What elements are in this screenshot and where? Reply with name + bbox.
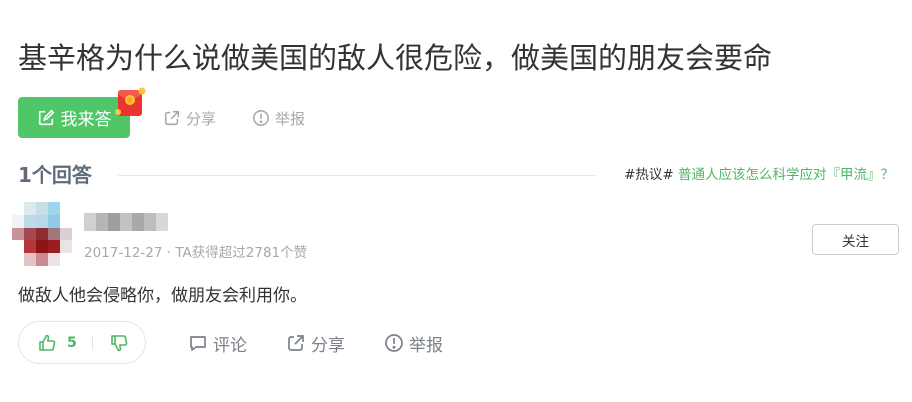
comment-icon bbox=[190, 336, 206, 351]
hot-topic-tag: #热议# bbox=[624, 167, 674, 183]
avatar[interactable] bbox=[12, 202, 72, 266]
share-button[interactable]: 分享 bbox=[163, 107, 216, 129]
answer-share-button[interactable]: 分享 bbox=[286, 331, 345, 356]
divider bbox=[118, 175, 596, 176]
downvote-button[interactable] bbox=[93, 322, 145, 363]
report-label: 举报 bbox=[275, 109, 306, 128]
red-envelope-icon bbox=[115, 87, 146, 116]
edit-icon bbox=[38, 109, 54, 125]
report-icon bbox=[253, 110, 269, 126]
answer-report-label: 举报 bbox=[409, 335, 443, 356]
upvote-count: 5 bbox=[67, 334, 77, 351]
answer-share-label: 分享 bbox=[311, 335, 345, 356]
answer-meta: 2017-12-27 · TA获得超过2781个赞 bbox=[84, 245, 308, 261]
upvote-button[interactable]: 5 bbox=[19, 322, 92, 363]
answer-button-label: 我来答 bbox=[60, 110, 112, 130]
hot-topic-link[interactable]: 普通人应该怎么科学应对『甲流』？ bbox=[678, 167, 894, 183]
answer-content: 做敌人他会侵略你，做朋友会利用你。 bbox=[18, 286, 307, 306]
share-icon bbox=[164, 110, 180, 126]
answer-report-button[interactable]: 举报 bbox=[384, 331, 443, 356]
thumbs-down-icon bbox=[111, 334, 128, 351]
share-icon bbox=[288, 335, 304, 351]
report-icon bbox=[385, 334, 403, 352]
username[interactable] bbox=[84, 213, 168, 231]
comment-label: 评论 bbox=[213, 335, 247, 356]
hot-topic[interactable]: #热议# 普通人应该怎么科学应对『甲流』？ bbox=[624, 165, 894, 185]
answers-count-heading: 1个回答 bbox=[18, 163, 92, 187]
report-button[interactable]: 举报 bbox=[252, 107, 305, 129]
vote-box: 5 bbox=[18, 321, 146, 364]
thumbs-up-icon bbox=[39, 334, 56, 351]
comment-button[interactable]: 评论 bbox=[188, 331, 247, 356]
share-label: 分享 bbox=[186, 109, 217, 128]
question-title: 基辛格为什么说做美国的敌人很危险，做美国的朋友会要命 bbox=[18, 41, 773, 75]
follow-button[interactable]: 关注 bbox=[812, 224, 899, 255]
